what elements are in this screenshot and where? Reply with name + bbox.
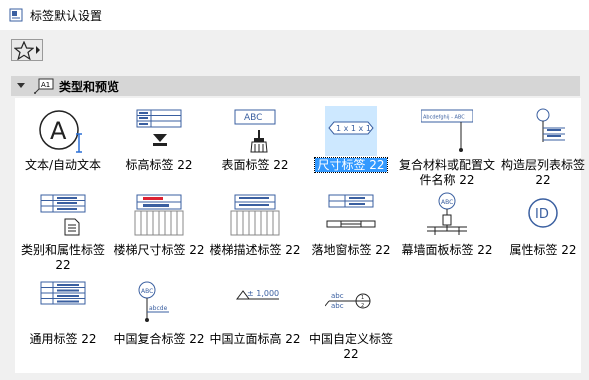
tile-general-label[interactable]: 通用标签 22 bbox=[15, 280, 111, 365]
svg-text:1: 1 bbox=[361, 295, 364, 301]
tile-label: 幕墙面板标签 22 bbox=[401, 243, 493, 257]
tile-label: 中国立面标高 22 bbox=[209, 332, 301, 346]
tile-label: 落地窗标签 22 bbox=[311, 243, 391, 257]
tile-elevation-label[interactable]: 标高标签 22 bbox=[111, 106, 207, 191]
stair-description-label-icon bbox=[230, 194, 280, 236]
tile-label: 标高标签 22 bbox=[125, 158, 193, 172]
star-icon bbox=[14, 41, 34, 60]
section-title: 类型和预览 bbox=[59, 80, 120, 94]
dimension-label-icon: 1 x 1 x 1 bbox=[325, 106, 377, 156]
label-preview-icon: A1 bbox=[34, 78, 54, 94]
tile-china-custom-label[interactable]: abc abc 1 2 中国自定义标签 22 bbox=[303, 280, 399, 365]
text-autotext-icon: A bbox=[39, 110, 82, 153]
svg-text:1 x 1 x 1: 1 x 1 x 1 bbox=[336, 124, 371, 133]
tile-category-property-label[interactable]: 类别和属性标签 22 bbox=[15, 191, 111, 276]
tile-label: 文本/自动文本 bbox=[24, 158, 102, 172]
surface-label-icon: ABC bbox=[234, 109, 276, 153]
svg-text:ABC: ABC bbox=[441, 199, 453, 206]
tile-door-window-label[interactable]: 落地窗标签 22 bbox=[303, 191, 399, 276]
china-elevation-icon: ± 1,000 bbox=[236, 289, 279, 300]
tile-label: 中国自定义标签 22 bbox=[308, 332, 393, 361]
tile-label: 属性标签 22 bbox=[509, 243, 577, 257]
svg-text:± 1,000: ± 1,000 bbox=[247, 289, 279, 298]
favorites-button[interactable] bbox=[11, 39, 43, 61]
tile-label: 复合材料或配置文件名称 22 bbox=[399, 158, 496, 187]
svg-text:ID: ID bbox=[535, 207, 549, 222]
tile-text-autotext[interactable]: A 文本/自动文本 bbox=[15, 106, 111, 191]
composite-name-icon: Abcdefghij - ABC bbox=[421, 109, 473, 152]
app-icon bbox=[9, 8, 23, 22]
layer-list-label-icon bbox=[536, 108, 565, 142]
tile-property-label[interactable]: ID 属性标签 22 bbox=[495, 191, 589, 276]
svg-text:ABC: ABC bbox=[141, 288, 153, 295]
collapse-triangle-icon[interactable] bbox=[17, 83, 25, 88]
svg-text:2: 2 bbox=[361, 303, 364, 309]
tile-layer-list-label[interactable]: 构造层列表标签 22 bbox=[495, 106, 589, 191]
general-label-icon bbox=[40, 281, 86, 305]
tile-label: 表面标签 22 bbox=[221, 158, 289, 172]
tile-label: 中国复合标签 22 bbox=[113, 332, 205, 346]
tile-curtain-wall-panel-label[interactable]: ABC 幕墙面板标签 22 bbox=[399, 191, 495, 276]
dropdown-arrow-icon bbox=[36, 46, 40, 54]
svg-text:ABC: ABC bbox=[244, 113, 262, 123]
tile-stair-description-label[interactable]: 楼梯描述标签 22 bbox=[207, 191, 303, 276]
tile-label: 类别和属性标签 22 bbox=[20, 243, 105, 272]
tile-dimension-label[interactable]: 1 x 1 x 1 尺寸标签 22 bbox=[303, 106, 399, 191]
china-custom-label-icon: abc abc 1 2 bbox=[325, 292, 371, 310]
stair-dimension-label-icon bbox=[134, 194, 184, 236]
type-preview-section-header[interactable]: A1 类型和预览 bbox=[11, 76, 580, 96]
title-bar: 标签默认设置 bbox=[0, 0, 589, 30]
svg-text:A1: A1 bbox=[41, 81, 50, 89]
tile-surface-label[interactable]: ABC 表面标签 22 bbox=[207, 106, 303, 191]
property-label-icon: ID bbox=[528, 198, 558, 228]
category-property-label-icon bbox=[40, 194, 86, 236]
tile-label: 通用标签 22 bbox=[29, 332, 97, 346]
label-default-settings-window: 标签默认设置 A1 类型和预览 A 文本/自动文本 标高标签 22 ABC 表面… bbox=[0, 0, 589, 380]
tile-stair-dimension-label[interactable]: 楼梯尺寸标签 22 bbox=[111, 191, 207, 276]
curtain-wall-panel-label-icon: ABC bbox=[427, 192, 467, 235]
door-window-label-icon bbox=[326, 194, 376, 228]
tile-label: 构造层列表标签 22 bbox=[500, 158, 585, 187]
label-types-grid: A 文本/自动文本 标高标签 22 ABC 表面标签 22 1 x 1 x 1 … bbox=[15, 98, 585, 373]
tile-label: 楼梯尺寸标签 22 bbox=[113, 243, 205, 257]
tile-china-elevation[interactable]: ± 1,000 中国立面标高 22 bbox=[207, 280, 303, 365]
tile-china-composite-label[interactable]: ABC abcde 中国复合标签 22 bbox=[111, 280, 207, 365]
svg-text:A: A bbox=[50, 117, 67, 145]
window-title: 标签默认设置 bbox=[30, 9, 103, 23]
tile-composite-name[interactable]: Abcdefghij - ABC 复合材料或配置文件名称 22 bbox=[399, 106, 495, 191]
svg-text:Abcdefghij - ABC: Abcdefghij - ABC bbox=[423, 115, 465, 121]
elevation-label-icon bbox=[136, 109, 182, 146]
svg-text:abcde: abcde bbox=[149, 305, 168, 312]
tile-label: 楼梯描述标签 22 bbox=[209, 243, 301, 257]
tile-label: 尺寸标签 22 bbox=[314, 157, 388, 173]
china-composite-label-icon: ABC abcde bbox=[138, 281, 169, 322]
svg-text:abc: abc bbox=[331, 302, 344, 310]
svg-text:abc: abc bbox=[331, 292, 344, 300]
